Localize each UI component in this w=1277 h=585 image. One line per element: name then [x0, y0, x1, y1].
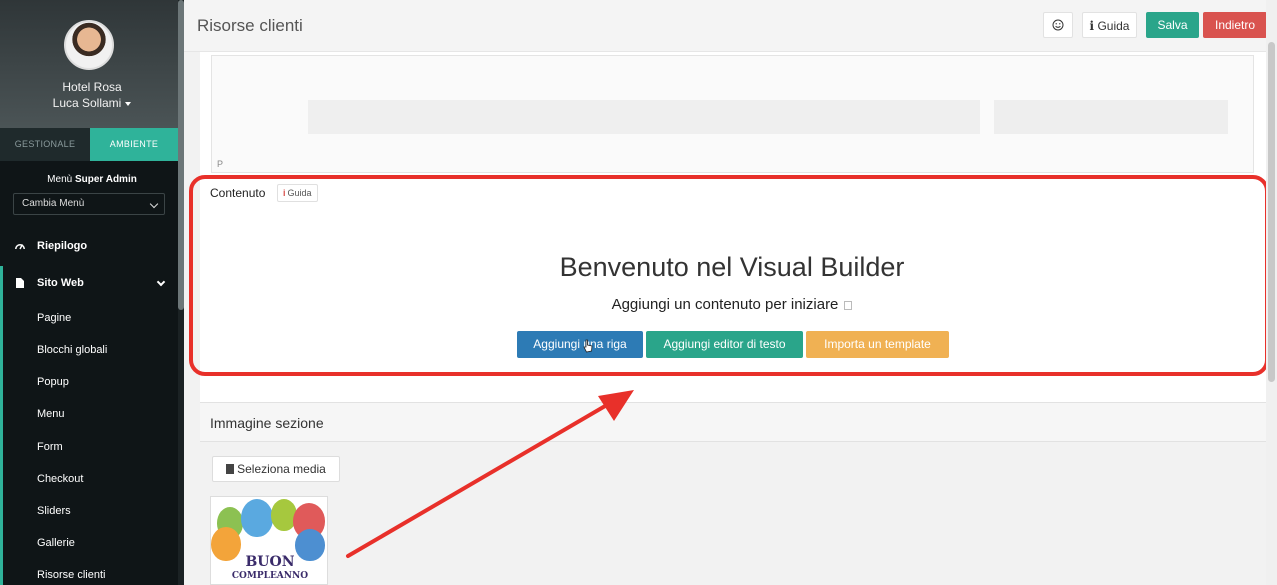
user-name: Luca Sollami — [52, 96, 122, 110]
emoji-button[interactable] — [1043, 12, 1073, 38]
sidebar-subitem-gallerie[interactable]: Gallerie — [37, 537, 75, 549]
balloon-shape — [241, 499, 273, 537]
sidebar: Hotel Rosa Luca Sollami GESTIONALE AMBIE… — [0, 0, 184, 585]
image-section-title: Immagine sezione — [210, 415, 324, 431]
user-menu[interactable]: Luca Sollami — [0, 96, 184, 110]
sidebar-scrollbar[interactable] — [178, 0, 184, 585]
image-section-header: Immagine sezione — [200, 402, 1266, 442]
dashboard-icon — [15, 244, 25, 250]
select-media-label: Seleziona media — [237, 462, 326, 476]
info-icon: i — [1089, 19, 1095, 33]
sidebar-subitem-pagine[interactable]: Pagine — [37, 312, 71, 324]
sidebar-item-riepilogo[interactable]: Riepilogo — [0, 231, 178, 261]
image-section-body — [200, 442, 1266, 585]
menu-label-prefix: Menù — [47, 174, 73, 185]
sidebar-subitem-form[interactable]: Form — [37, 441, 63, 453]
sidebar-subitem-popup[interactable]: Popup — [37, 376, 69, 388]
section-open-indicator — [0, 266, 3, 585]
thumbnail-text-compleanno: COMPLEANNO — [231, 571, 309, 581]
sidebar-item-label: Sito Web — [37, 277, 84, 289]
sidebar-subitem-blocchi-globali[interactable]: Blocchi globali — [37, 344, 107, 356]
chevron-down-icon — [149, 199, 159, 209]
editor-element-path: P — [217, 159, 224, 169]
tab-ambiente[interactable]: AMBIENTE — [90, 128, 178, 161]
chevron-down-icon — [156, 277, 166, 287]
guida-label: Guida — [1097, 19, 1130, 33]
sidebar-subitem-sliders[interactable]: Sliders — [37, 505, 71, 517]
smiley-icon — [1052, 19, 1064, 31]
top-bar: Risorse clienti i Guida Salva Indietro — [184, 0, 1277, 52]
editor-blurred-content — [994, 100, 1228, 134]
main-scrollbar-thumb[interactable] — [1268, 42, 1275, 382]
thumbnail-text-buon: BUON — [245, 554, 295, 570]
guida-button[interactable]: i Guida — [1082, 12, 1137, 38]
sidebar-subitem-risorse-clienti[interactable]: Risorse clienti — [37, 569, 105, 581]
hotel-name: Hotel Rosa — [62, 80, 122, 94]
file-icon — [16, 278, 24, 288]
back-button[interactable]: Indietro — [1203, 12, 1267, 38]
main-scrollbar[interactable] — [1266, 0, 1277, 585]
section-image-thumbnail[interactable]: BUON COMPLEANNO — [210, 496, 328, 585]
editor-blurred-content — [308, 100, 980, 134]
caret-down-icon — [125, 101, 132, 106]
sidebar-profile: Hotel Rosa Luca Sollami — [0, 0, 184, 128]
tab-gestionale[interactable]: GESTIONALE — [0, 128, 90, 161]
annotation-highlight-box — [189, 175, 1269, 376]
change-menu-select[interactable]: Cambia Menù — [13, 193, 165, 215]
sidebar-subitem-menu[interactable]: Menu — [37, 408, 65, 420]
sidebar-item-sito-web[interactable]: Sito Web — [3, 268, 178, 298]
menu-label: Menù Super Admin — [0, 174, 184, 185]
menu-label-role: Super Admin — [74, 174, 137, 185]
sidebar-item-label: Riepilogo — [37, 240, 88, 252]
file-icon — [226, 464, 235, 474]
hand-cursor-icon — [583, 339, 593, 353]
select-media-button[interactable]: Seleziona media — [212, 456, 340, 482]
change-menu-value: Cambia Menù — [22, 198, 85, 209]
avatar[interactable] — [64, 20, 114, 70]
sidebar-subitem-checkout[interactable]: Checkout — [37, 473, 83, 485]
save-button[interactable]: Salva — [1146, 12, 1199, 38]
page-title: Risorse clienti — [197, 16, 303, 35]
